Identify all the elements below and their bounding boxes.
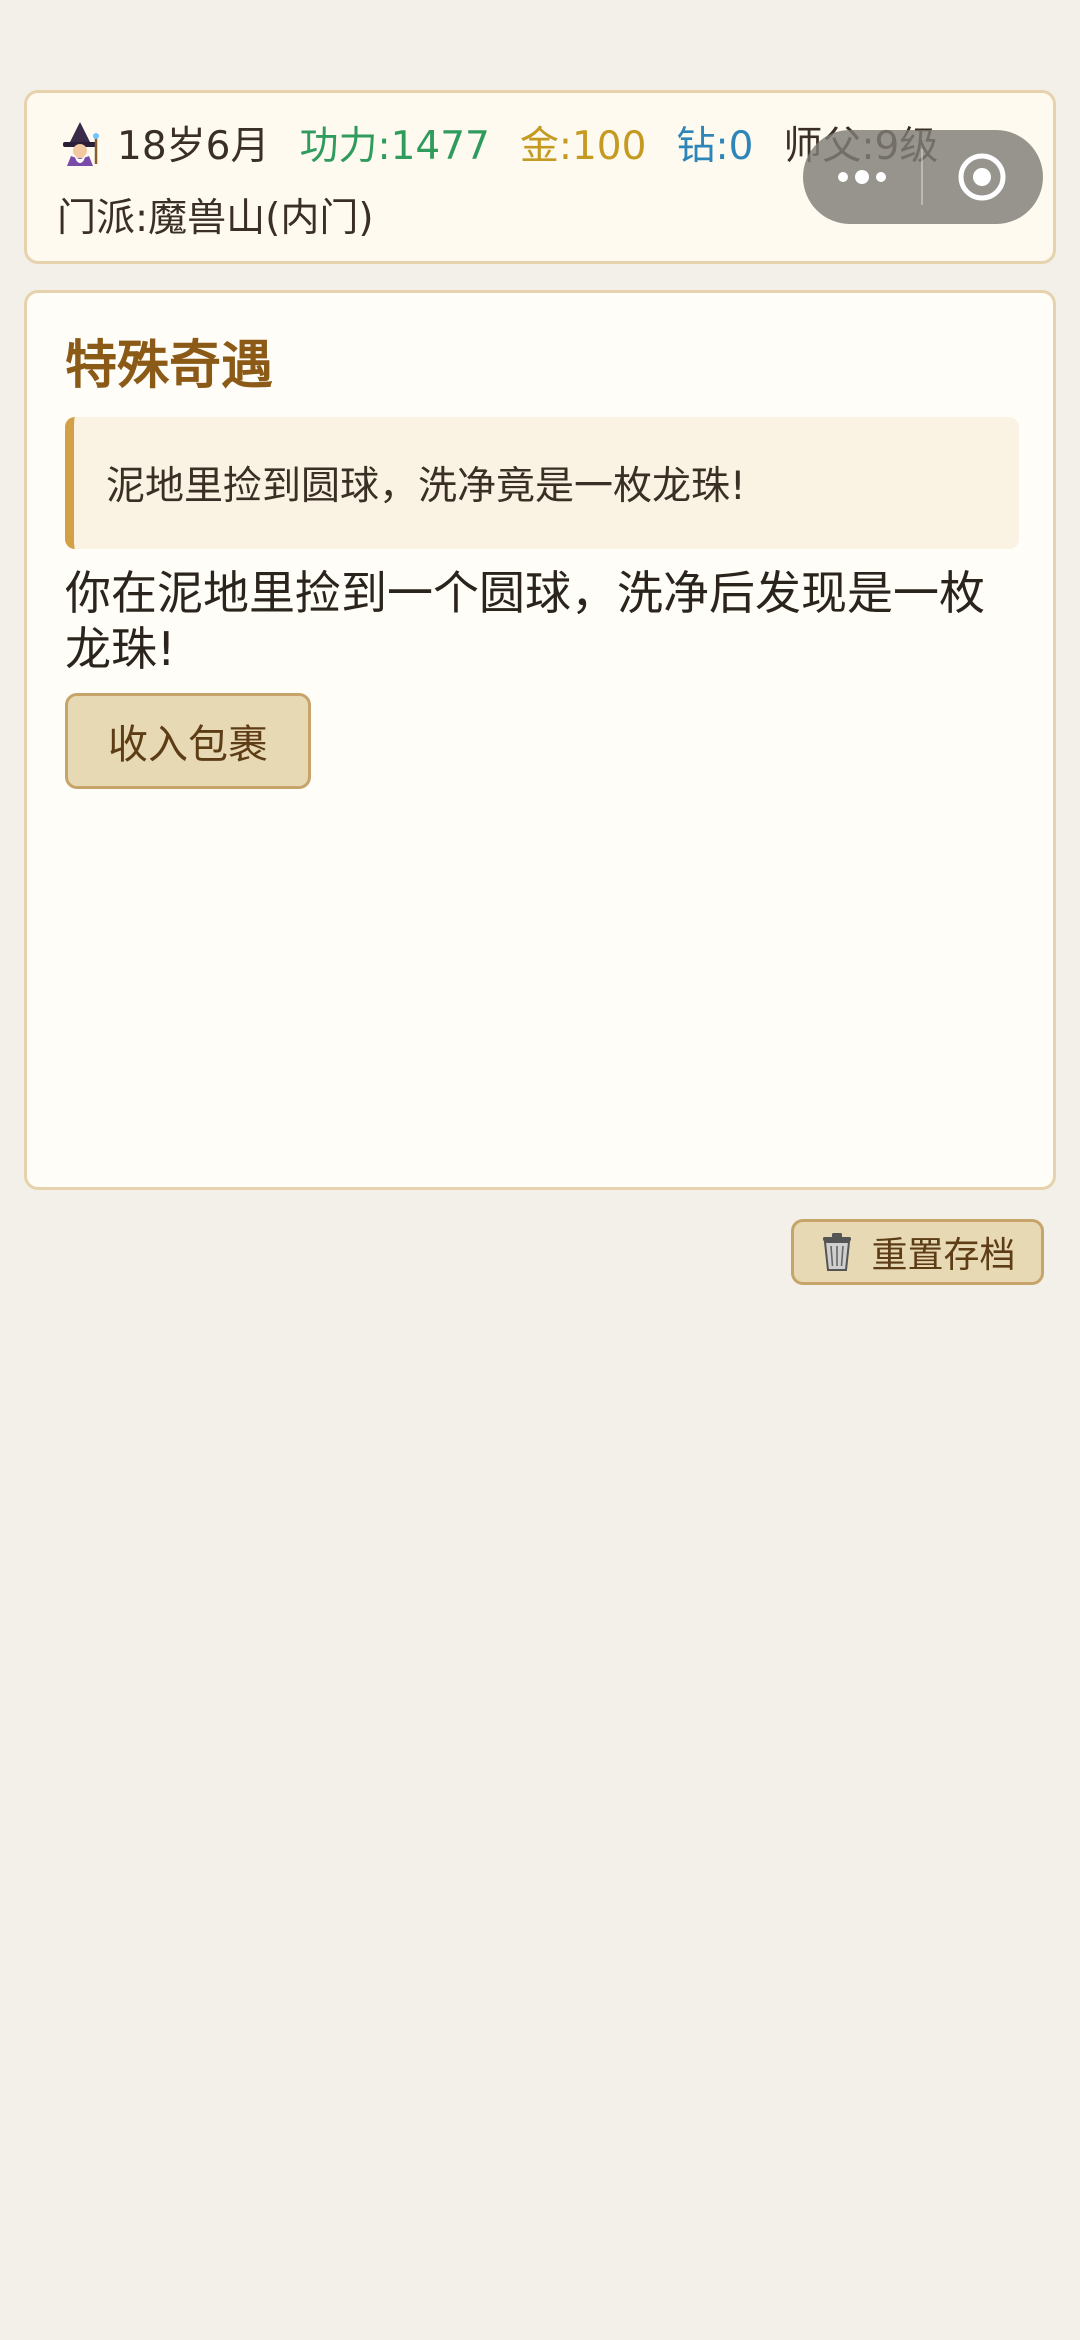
reset-save-label: 重置存档: [871, 1235, 1016, 1276]
event-quote-text: 泥地里捡到圆球，洗净竟是一枚龙珠!: [106, 464, 746, 509]
sect-text: 门派:魔兽山(内门): [57, 196, 374, 241]
age-text: 18岁6月: [117, 124, 270, 169]
mini-program-capsule: [803, 130, 1043, 224]
more-dots-icon[interactable]: [803, 130, 921, 224]
trash-can-icon: [819, 1232, 855, 1272]
reset-save-button[interactable]: 重置存档: [791, 1219, 1044, 1285]
diamond-stat: 钻:0: [676, 124, 754, 169]
collect-to-bag-button[interactable]: 收入包裹: [65, 693, 311, 789]
event-quote: 泥地里捡到圆球，洗净竟是一枚龙珠!: [65, 417, 1019, 549]
gold-stat: 金:100: [519, 124, 647, 169]
event-card: 特殊奇遇 泥地里捡到圆球，洗净竟是一枚龙珠! 你在泥地里捡到一个圆球，洗净后发现…: [24, 290, 1056, 1190]
wizard-icon: [57, 120, 103, 166]
power-stat: 功力:1477: [299, 124, 490, 169]
event-title: 特殊奇遇: [65, 336, 274, 396]
target-close-icon[interactable]: [923, 130, 1041, 224]
event-description: 你在泥地里捡到一个圆球，洗净后发现是一枚龙珠!: [65, 566, 985, 676]
